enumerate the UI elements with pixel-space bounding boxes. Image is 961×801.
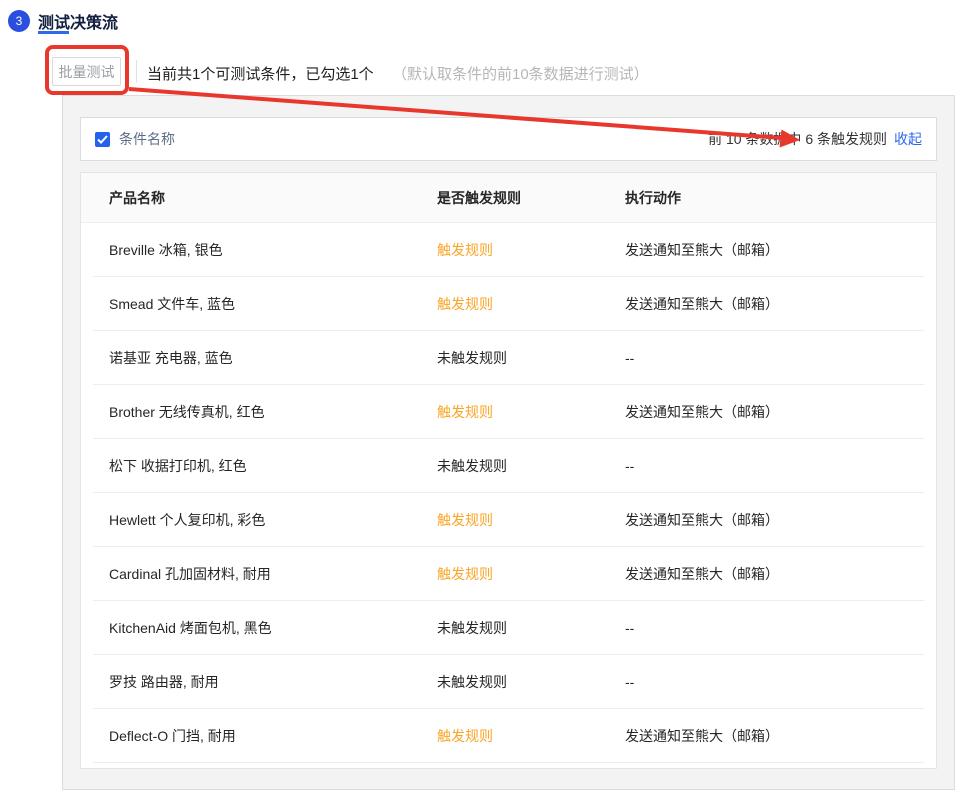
test-result-panel: 条件名称 前 10 条数据中 6 条触发规则 收起 产品名称 是否触发规则 执行… (62, 95, 955, 790)
condition-name-label: 条件名称 (119, 129, 175, 149)
action-text: -- (625, 350, 924, 366)
step-number: 3 (16, 14, 23, 28)
action-text: 发送通知至熊大（邮箱） (625, 726, 924, 746)
product-name: 罗技 路由器, 耐用 (93, 672, 437, 692)
result-table: 产品名称 是否触发规则 执行动作 Breville 冰箱, 银色触发规则发送通知… (80, 172, 937, 769)
product-name: Breville 冰箱, 银色 (93, 240, 437, 260)
trigger-status: 触发规则 (437, 240, 625, 260)
table-row: Smead 文件车, 蓝色触发规则发送通知至熊大（邮箱） (93, 277, 924, 331)
trigger-status: 触发规则 (437, 402, 625, 422)
product-name: Brother 无线传真机, 红色 (93, 402, 437, 422)
trigger-summary-text: 前 10 条数据中 6 条触发规则 (708, 129, 887, 149)
action-text: -- (625, 458, 924, 474)
page: 3 测试决策流 批量测试 当前共1个可测试条件，已勾选1个 （默认取条件的前10… (0, 0, 961, 801)
table-row: 松下 收据打印机, 红色未触发规则-- (93, 439, 924, 493)
trigger-status: 未触发规则 (437, 456, 625, 476)
page-title: 测试决策流 (38, 9, 118, 33)
column-header-trigger: 是否触发规则 (437, 188, 625, 208)
table-body: Breville 冰箱, 银色触发规则发送通知至熊大（邮箱）Smead 文件车,… (81, 223, 936, 763)
batch-test-button[interactable]: 批量测试 (52, 57, 121, 86)
product-name: Hewlett 个人复印机, 彩色 (93, 510, 437, 530)
trigger-status: 触发规则 (437, 564, 625, 584)
action-text: 发送通知至熊大（邮箱） (625, 564, 924, 584)
toolbar-divider (136, 60, 137, 83)
column-header-action: 执行动作 (625, 188, 936, 208)
action-text: 发送通知至熊大（邮箱） (625, 402, 924, 422)
action-text: -- (625, 674, 924, 690)
table-row: Brother 无线传真机, 红色触发规则发送通知至熊大（邮箱） (93, 385, 924, 439)
table-header-row: 产品名称 是否触发规则 执行动作 (81, 173, 936, 223)
table-row: Cardinal 孔加固材料, 耐用触发规则发送通知至熊大（邮箱） (93, 547, 924, 601)
trigger-status: 触发规则 (437, 510, 625, 530)
action-text: -- (625, 620, 924, 636)
table-row: KitchenAid 烤面包机, 黑色未触发规则-- (93, 601, 924, 655)
table-row: 罗技 路由器, 耐用未触发规则-- (93, 655, 924, 709)
condition-checkbox[interactable] (95, 132, 110, 147)
trigger-status: 触发规则 (437, 294, 625, 314)
title-underline (38, 31, 69, 34)
product-name: Cardinal 孔加固材料, 耐用 (93, 564, 437, 584)
action-text: 发送通知至熊大（邮箱） (625, 510, 924, 530)
product-name: 松下 收据打印机, 红色 (93, 456, 437, 476)
product-name: Smead 文件车, 蓝色 (93, 294, 437, 314)
default-hint-text: （默认取条件的前10条数据进行测试） (392, 63, 649, 84)
trigger-status: 触发规则 (437, 726, 625, 746)
column-header-product: 产品名称 (81, 188, 437, 208)
trigger-status: 未触发规则 (437, 348, 625, 368)
table-row: 诺基亚 充电器, 蓝色未触发规则-- (93, 331, 924, 385)
table-row: Hewlett 个人复印机, 彩色触发规则发送通知至熊大（邮箱） (93, 493, 924, 547)
table-row: Breville 冰箱, 银色触发规则发送通知至熊大（邮箱） (93, 223, 924, 277)
condition-header-row: 条件名称 前 10 条数据中 6 条触发规则 收起 (80, 117, 937, 161)
product-name: KitchenAid 烤面包机, 黑色 (93, 618, 437, 638)
action-text: 发送通知至熊大（邮箱） (625, 240, 924, 260)
check-icon (97, 135, 108, 144)
product-name: 诺基亚 充电器, 蓝色 (93, 348, 437, 368)
trigger-status: 未触发规则 (437, 618, 625, 638)
collapse-link[interactable]: 收起 (894, 129, 922, 149)
trigger-status: 未触发规则 (437, 672, 625, 692)
condition-count-text: 当前共1个可测试条件，已勾选1个 (147, 63, 374, 84)
product-name: Deflect-O 门挡, 耐用 (93, 726, 437, 746)
step-number-badge: 3 (8, 10, 30, 32)
table-row: Deflect-O 门挡, 耐用触发规则发送通知至熊大（邮箱） (93, 709, 924, 763)
action-text: 发送通知至熊大（邮箱） (625, 294, 924, 314)
